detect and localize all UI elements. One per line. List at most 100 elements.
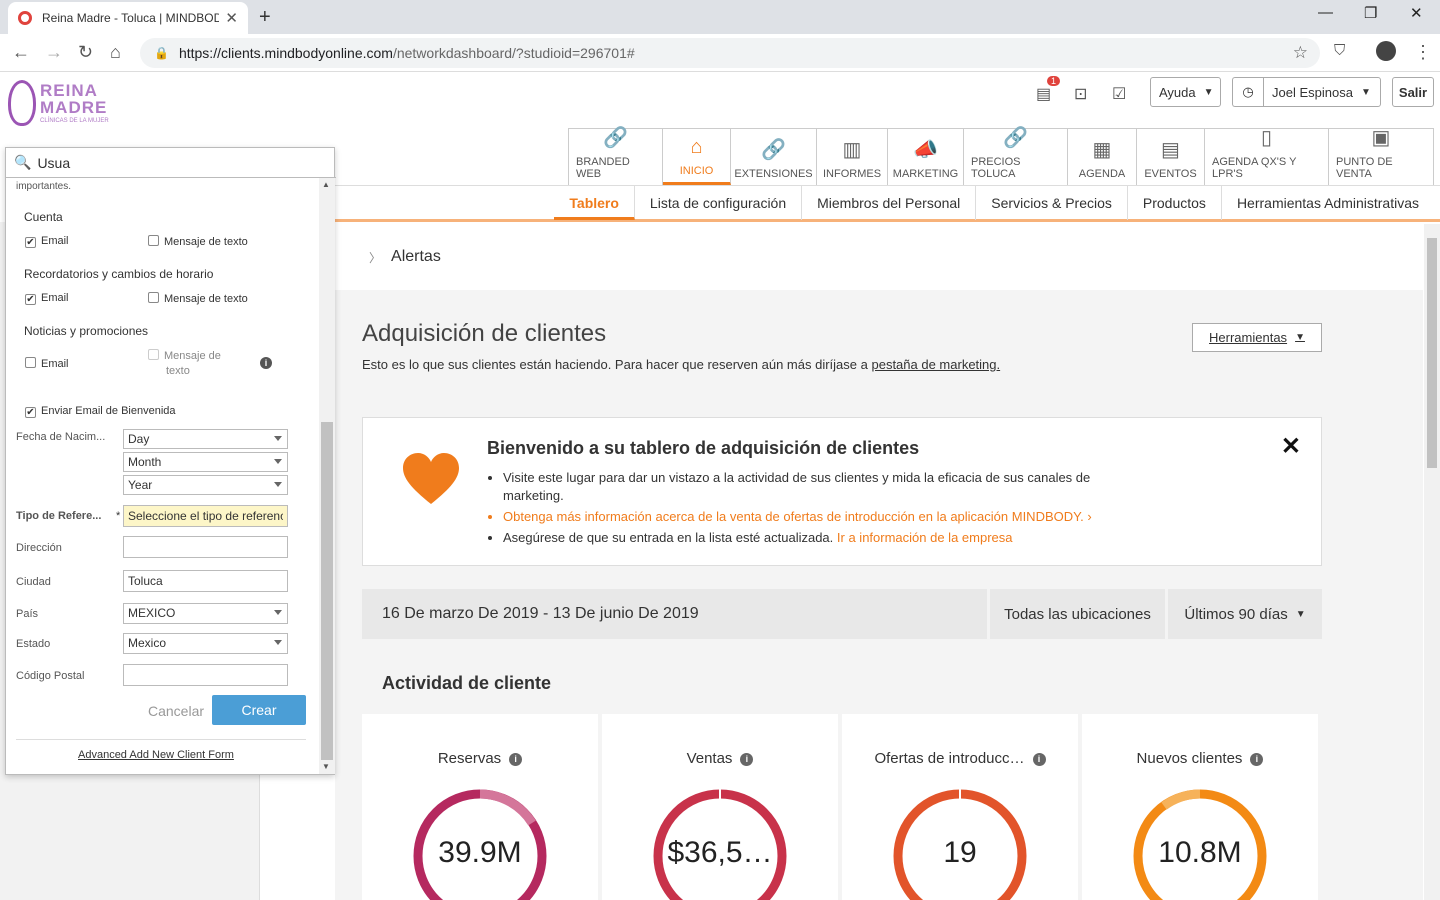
metric-card-nuevos-clientes[interactable]: Nuevos clientes i 10.8M bbox=[1082, 714, 1318, 900]
scrollbar-thumb[interactable] bbox=[1427, 238, 1437, 468]
birth-month-select[interactable]: Month bbox=[123, 452, 288, 472]
create-button[interactable]: Crear bbox=[212, 695, 306, 725]
tasks-icon[interactable]: ☑ bbox=[1112, 84, 1126, 104]
account-sms-checkbox[interactable]: Mensaje de texto bbox=[148, 235, 248, 248]
minimize-icon[interactable]: — bbox=[1318, 4, 1333, 21]
reina-madre-logo[interactable]: REINA MADRE CLÍNICAS DE LA MUJER bbox=[8, 80, 109, 126]
company-info-link[interactable]: Ir a información de la empresa bbox=[837, 530, 1013, 545]
advanced-add-client-link[interactable]: Advanced Add New Client Form bbox=[78, 749, 234, 761]
forward-icon[interactable]: → bbox=[45, 42, 63, 63]
user-dropdown[interactable]: Joel Espinosa ▼ bbox=[1263, 77, 1381, 107]
browser-menu-icon[interactable]: ⋮ bbox=[1414, 42, 1432, 63]
referral-type-input[interactable]: Seleccione el tipo de referencia bbox=[123, 505, 288, 527]
maximize-icon[interactable]: ❐ bbox=[1364, 4, 1377, 22]
cancel-button[interactable]: Cancelar bbox=[148, 703, 204, 719]
reload-icon[interactable]: ↻ bbox=[78, 42, 93, 63]
back-icon[interactable]: ← bbox=[12, 42, 30, 63]
birth-day-select[interactable]: Day bbox=[123, 429, 288, 449]
notification-badge: 1 bbox=[1047, 76, 1061, 86]
tools-dropdown[interactable]: Herramientas ▼ bbox=[1192, 323, 1322, 352]
alerts-toggle[interactable]: 〉 Alertas bbox=[335, 224, 1423, 290]
inbox-icon[interactable]: ⊡ bbox=[1074, 84, 1087, 104]
email-label: Email bbox=[41, 358, 69, 370]
tab-agenda[interactable]: ▦ AGENDA bbox=[1068, 129, 1137, 185]
close-tab-icon[interactable]: ✕ bbox=[225, 9, 238, 27]
date-range-picker[interactable]: 16 De marzo De 2019 - 13 De junio De 201… bbox=[362, 589, 987, 639]
news-sms-checkbox[interactable]: Mensaje de texto bbox=[148, 349, 221, 379]
popup-scroll-thumb[interactable] bbox=[321, 422, 333, 760]
intro-offers-link[interactable]: Obtenga más información acerca de la ven… bbox=[503, 508, 1153, 526]
browser-tab-strip: Reina Madre - Toluca | MINDBODY ✕ + — ❐ … bbox=[0, 0, 1440, 34]
tab-inicio[interactable]: ⌂ INICIO bbox=[663, 129, 731, 185]
profile-avatar[interactable] bbox=[1376, 41, 1396, 61]
user-name: Joel Espinosa bbox=[1272, 84, 1353, 100]
news-email-checkbox[interactable]: Email bbox=[25, 357, 69, 370]
calendar-icon: ▦ bbox=[1092, 139, 1112, 161]
sms-label-line1: Mensaje de bbox=[164, 350, 221, 362]
info-icon[interactable]: i bbox=[740, 753, 754, 766]
info-icon[interactable]: i bbox=[1250, 753, 1264, 766]
subtab-productos[interactable]: Productos bbox=[1128, 186, 1222, 220]
new-tab-icon[interactable]: + bbox=[259, 6, 271, 29]
page-scrollbar[interactable] bbox=[1424, 224, 1440, 900]
subtab-tablero[interactable]: Tablero bbox=[554, 186, 635, 220]
scroll-up-icon[interactable]: ▲ bbox=[322, 180, 330, 189]
address-input[interactable] bbox=[123, 536, 288, 558]
tab-informes[interactable]: ▥ INFORMES bbox=[817, 129, 888, 185]
period-dropdown[interactable]: Últimos 90 días ▼ bbox=[1168, 589, 1322, 639]
help-dropdown[interactable]: Ayuda ▼ bbox=[1150, 77, 1221, 107]
bookmark-star-icon[interactable]: ☆ bbox=[1293, 43, 1308, 63]
zip-input[interactable] bbox=[123, 664, 288, 686]
city-input[interactable]: Toluca bbox=[123, 570, 288, 592]
subtab-lista-configuracion[interactable]: Lista de configuración bbox=[635, 186, 803, 220]
tab-extensiones[interactable]: 🔗 EXTENSIONES bbox=[731, 129, 817, 185]
tab-marketing[interactable]: 📣 MARKETING bbox=[888, 129, 964, 185]
divider bbox=[16, 739, 306, 740]
metric-card-reservas[interactable]: Reservas i 39.9M bbox=[362, 714, 598, 900]
chevron-down-icon: ▼ bbox=[1203, 86, 1214, 98]
reminders-email-checkbox[interactable]: ✔ Email bbox=[25, 292, 69, 305]
url-host: https://clients.mindbodyonline.com bbox=[178, 45, 393, 61]
metric-card-ofertas[interactable]: Ofertas de introducc… i 19 bbox=[842, 714, 1078, 900]
browser-tab[interactable]: Reina Madre - Toluca | MINDBODY ✕ bbox=[8, 2, 248, 34]
info-icon[interactable]: i bbox=[509, 753, 523, 766]
state-value: Mexico bbox=[128, 636, 167, 650]
birth-year-select[interactable]: Year bbox=[123, 475, 288, 495]
info-icon[interactable]: i bbox=[1032, 753, 1046, 766]
location-filter[interactable]: Todas las ubicaciones bbox=[990, 589, 1165, 639]
welcome-email-checkbox[interactable]: ✔ Enviar Email de Bienvenida bbox=[25, 405, 176, 418]
logout-button[interactable]: Salir bbox=[1392, 77, 1434, 107]
country-select[interactable]: MEXICO bbox=[123, 603, 288, 624]
state-select[interactable]: Mexico bbox=[123, 633, 288, 654]
tab-branded-web[interactable]: 🔗 BRANDED WEB bbox=[569, 127, 663, 185]
info-icon[interactable]: i bbox=[260, 357, 272, 369]
scroll-down-icon[interactable]: ▼ bbox=[322, 762, 330, 771]
subtab-miembros-personal[interactable]: Miembros del Personal bbox=[802, 186, 977, 220]
clock-icon: ◷ bbox=[1242, 84, 1254, 99]
client-search-input[interactable]: 🔍 Usua bbox=[6, 148, 336, 178]
tab-precios-toluca[interactable]: 🔗 PRECIOS TOLUCA bbox=[964, 127, 1068, 185]
subtab-servicios-precios[interactable]: Servicios & Precios bbox=[976, 186, 1128, 220]
subtab-herramientas-admin[interactable]: Herramientas Administrativas bbox=[1222, 186, 1434, 220]
extension-shield-icon[interactable]: ⛉ bbox=[1334, 42, 1345, 59]
window-close-icon[interactable]: ✕ bbox=[1410, 4, 1423, 22]
metric-card-ventas[interactable]: Ventas i $36,5… bbox=[602, 714, 838, 900]
close-icon[interactable]: ✕ bbox=[1281, 432, 1301, 461]
dropdown-arrow-icon bbox=[274, 610, 282, 615]
home-icon[interactable]: ⌂ bbox=[110, 42, 121, 63]
tab-title: Reina Madre - Toluca | MINDBODY bbox=[42, 11, 220, 25]
account-email-checkbox[interactable]: ✔ Email bbox=[25, 235, 69, 248]
logo-text-1: REINA bbox=[40, 81, 98, 100]
reminders-sms-checkbox[interactable]: Mensaje de texto bbox=[148, 292, 248, 305]
marketing-tab-link[interactable]: pestaña de marketing. bbox=[871, 357, 1000, 372]
tab-eventos[interactable]: ▤ EVENTOS bbox=[1137, 129, 1205, 185]
clock-button[interactable]: ◷ bbox=[1232, 77, 1263, 107]
popup-scrollbar[interactable]: ▲ ▼ bbox=[319, 178, 335, 774]
tab-punto-de-venta[interactable]: ▣ PUNTO DE VENTA bbox=[1329, 127, 1433, 185]
tab-agenda-qxs[interactable]: ▯ AGENDA QX'S Y LPR'S bbox=[1205, 127, 1329, 185]
notifications-icon[interactable]: ▤ bbox=[1036, 84, 1051, 104]
address-bar[interactable]: 🔒 https://clients.mindbodyonline.com/net… bbox=[140, 38, 1320, 68]
page-subtitle: Esto es lo que sus clientes están hacien… bbox=[362, 357, 1000, 372]
tab-label: INICIO bbox=[679, 165, 714, 177]
address-label: Dirección bbox=[16, 542, 62, 554]
